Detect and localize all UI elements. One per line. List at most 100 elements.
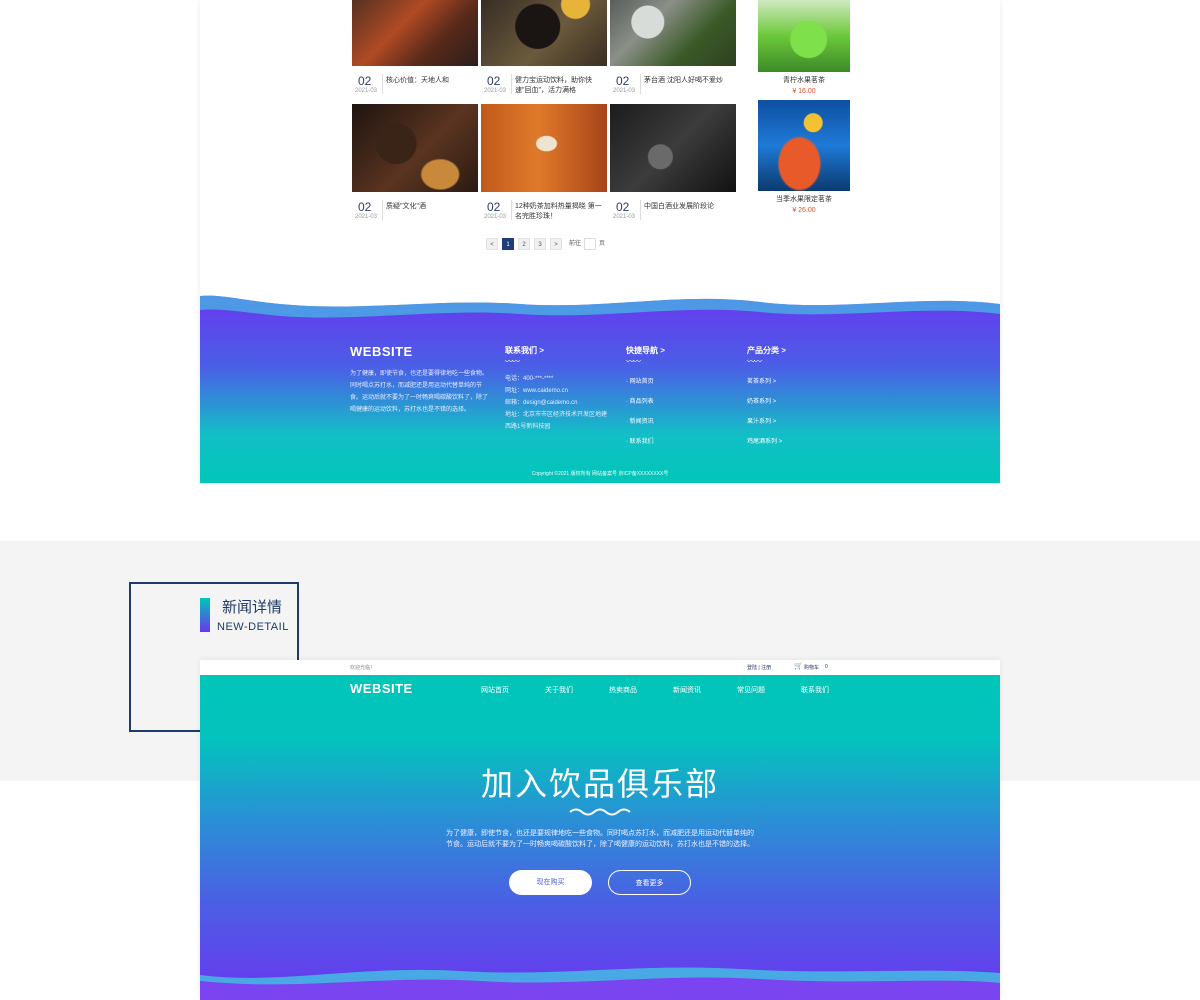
nav-home[interactable]: 网站首页 — [481, 685, 509, 695]
divider — [382, 200, 383, 220]
section-tag-cn: 新闻详情 — [222, 599, 283, 616]
page-unit-label: 页 — [598, 241, 605, 247]
product-image[interactable] — [758, 0, 850, 72]
quick-link-news[interactable]: · 新闻资讯 — [626, 416, 654, 425]
hero-banner: WEBSITE 网站首页 关于我们 热卖商品 新闻资讯 常见问题 联系我们 加入… — [200, 675, 1000, 1000]
wave-divider-icon — [569, 808, 631, 816]
news-thumbnail[interactable] — [352, 104, 478, 192]
news-day: 02 — [487, 200, 501, 214]
news-card[interactable]: 02 2021-03 核心价值：天地人和 — [352, 0, 478, 96]
page-3-button[interactable]: 3 — [534, 238, 546, 250]
nav-about[interactable]: 关于我们 — [545, 685, 573, 695]
nav-faq[interactable]: 常见问题 — [737, 685, 765, 695]
news-date: 2021-03 — [613, 214, 636, 220]
wave-underline: 〰〰 — [505, 357, 520, 366]
goto-label: 前往 — [568, 241, 581, 247]
nav-hot[interactable]: 热卖商品 — [609, 685, 637, 695]
page-2-button[interactable]: 2 — [518, 238, 530, 250]
cart-icon[interactable]: 🛒 — [794, 662, 803, 670]
hero-description-line1: 为了健康，即使节食，也还是要规律地吃一些食物。同时喝点苏打水，而减肥还是用运动代… — [446, 830, 754, 837]
product-card[interactable]: 当季水果限定茗茶 ¥ 26.00 — [758, 100, 850, 214]
cart-label[interactable]: 购物车 — [804, 664, 819, 671]
pagination: < 1 2 3 > 前往 页 — [486, 238, 616, 250]
nav-news[interactable]: 新闻资讯 — [673, 685, 701, 695]
product-name[interactable]: 当季水果限定茗茶 — [758, 194, 850, 204]
category-link-cocktail[interactable]: 鸡尾酒系列 > — [747, 436, 782, 445]
hero-title: 加入饮品俱乐部 — [480, 766, 719, 802]
hero-description-line2: 节食。运动后就不要为了一时畅爽喝碳酸饮料了，除了喝健康的运动饮料，苏打水也是不错… — [446, 841, 754, 848]
page-1-button[interactable]: 1 — [502, 238, 514, 250]
nav-contact[interactable]: 联系我们 — [801, 685, 829, 695]
page-number-input[interactable] — [584, 238, 596, 250]
login-register-link[interactable]: 登陆 | 注册 — [747, 664, 771, 671]
news-thumbnail[interactable] — [481, 104, 607, 192]
news-day: 02 — [358, 200, 372, 214]
product-name[interactable]: 青柠水果茗茶 — [758, 75, 850, 85]
product-price: ¥ 16.00 — [792, 88, 816, 95]
news-thumbnail[interactable] — [610, 104, 736, 192]
news-card[interactable]: 02 2021-03 12种奶茶加料热量揭晓 第一名完胜珍珠！ — [481, 104, 607, 222]
wave-underline: 〰〰 — [747, 357, 762, 366]
news-title[interactable]: 健力宝运动饮料，助你快速"回血"，活力满格 — [515, 76, 605, 96]
news-card[interactable]: 02 2021-03 中国白酒业发展阶段论 — [610, 104, 736, 222]
prev-page-button[interactable]: < — [486, 238, 498, 250]
news-card[interactable]: 02 2021-03 茅台酒 沈阳人好喝不爱炒 — [610, 0, 736, 96]
news-card[interactable]: 02 2021-03 健力宝运动饮料，助你快速"回血"，活力满格 — [481, 0, 607, 96]
footer-logo[interactable]: WEBSITE — [350, 344, 413, 359]
wave-decoration — [200, 290, 1000, 318]
view-more-button[interactable]: 查看更多 — [608, 870, 691, 895]
news-thumbnail[interactable] — [352, 0, 478, 66]
site-logo[interactable]: WEBSITE — [350, 681, 413, 696]
news-day: 02 — [487, 74, 501, 88]
section-tag-en: NEW-DETAIL — [217, 621, 289, 633]
news-card[interactable]: 02 2021-03 质疑"文化"酒 — [352, 104, 478, 222]
quick-nav-heading[interactable]: 快捷导航 > — [626, 345, 665, 356]
wave-decoration — [200, 967, 1000, 1000]
news-thumbnail[interactable] — [481, 0, 607, 66]
news-date: 2021-03 — [355, 214, 378, 220]
buy-now-button[interactable]: 现在购买 — [509, 870, 592, 895]
category-link-juice[interactable]: 果汁系列 > — [747, 416, 776, 425]
cart-count: 0 — [825, 664, 828, 670]
news-day: 02 — [358, 74, 372, 88]
tag-accent-bar — [200, 598, 210, 632]
quick-link-products[interactable]: · 商品列表 — [626, 396, 654, 405]
contact-heading[interactable]: 联系我们 > — [505, 345, 544, 356]
site-footer: WEBSITE 为了健康，即使节食，也还是要得律地吃一些食物。同时喝点苏打水，而… — [200, 290, 1000, 483]
news-title[interactable]: 12种奶茶加料热量揭晓 第一名完胜珍珠！ — [515, 202, 605, 222]
copyright: Copyright ©2021 版权所有 网站备案号 京ICP备XXXXXXXX… — [531, 471, 669, 477]
news-title[interactable]: 中国白酒业发展阶段论 — [644, 202, 734, 212]
footer-about: 为了健康，即使节食，也还是要得律地吃一些食物。同时喝点苏打水，而减肥还是用运动代… — [350, 371, 489, 413]
next-page-button[interactable]: > — [550, 238, 562, 250]
quick-link-contact[interactable]: · 联系我们 — [626, 436, 654, 445]
product-price: ¥ 26.00 — [792, 207, 816, 214]
product-image[interactable] — [758, 100, 850, 191]
news-day: 02 — [616, 200, 630, 214]
contact-site[interactable]: 网址：www.caidemo.cn — [505, 385, 568, 397]
welcome-text: 欢迎光临！ — [350, 665, 376, 671]
news-title[interactable]: 茅台酒 沈阳人好喝不爱炒 — [644, 76, 734, 86]
news-thumbnail[interactable] — [610, 0, 736, 66]
divider — [511, 74, 512, 94]
news-day: 02 — [616, 74, 630, 88]
divider — [382, 74, 383, 94]
contact-address: 地址：北京市市区经济技术开发区地建西路1号新科技园 — [505, 412, 608, 430]
news-list-panel: 02 2021-03 核心价值：天地人和 02 2021-03 健力宝运动饮料，… — [200, 0, 1000, 483]
quick-link-home[interactable]: · 网站首页 — [626, 376, 654, 385]
category-link-tea[interactable]: 茗茶系列 > — [747, 376, 776, 385]
news-date: 2021-03 — [484, 214, 507, 220]
news-date: 2021-03 — [484, 88, 507, 94]
category-link-milktea[interactable]: 奶茶系列 > — [747, 396, 776, 405]
divider — [511, 200, 512, 220]
contact-email[interactable]: 邮箱：design@caidemo.cn — [505, 397, 577, 409]
news-title[interactable]: 核心价值：天地人和 — [386, 76, 476, 86]
news-title[interactable]: 质疑"文化"酒 — [386, 202, 476, 212]
wave-underline: 〰〰 — [626, 357, 641, 366]
news-date: 2021-03 — [355, 88, 378, 94]
detail-page-panel: 欢迎光临！ 登陆 | 注册 🛒 购物车 0 WEBSITE 网站首页 关于我们 … — [200, 660, 1000, 1000]
divider — [640, 74, 641, 94]
divider — [640, 200, 641, 220]
news-date: 2021-03 — [613, 88, 636, 94]
product-card[interactable]: 青柠水果茗茶 ¥ 16.00 — [758, 0, 850, 95]
category-heading[interactable]: 产品分类 > — [747, 345, 786, 356]
